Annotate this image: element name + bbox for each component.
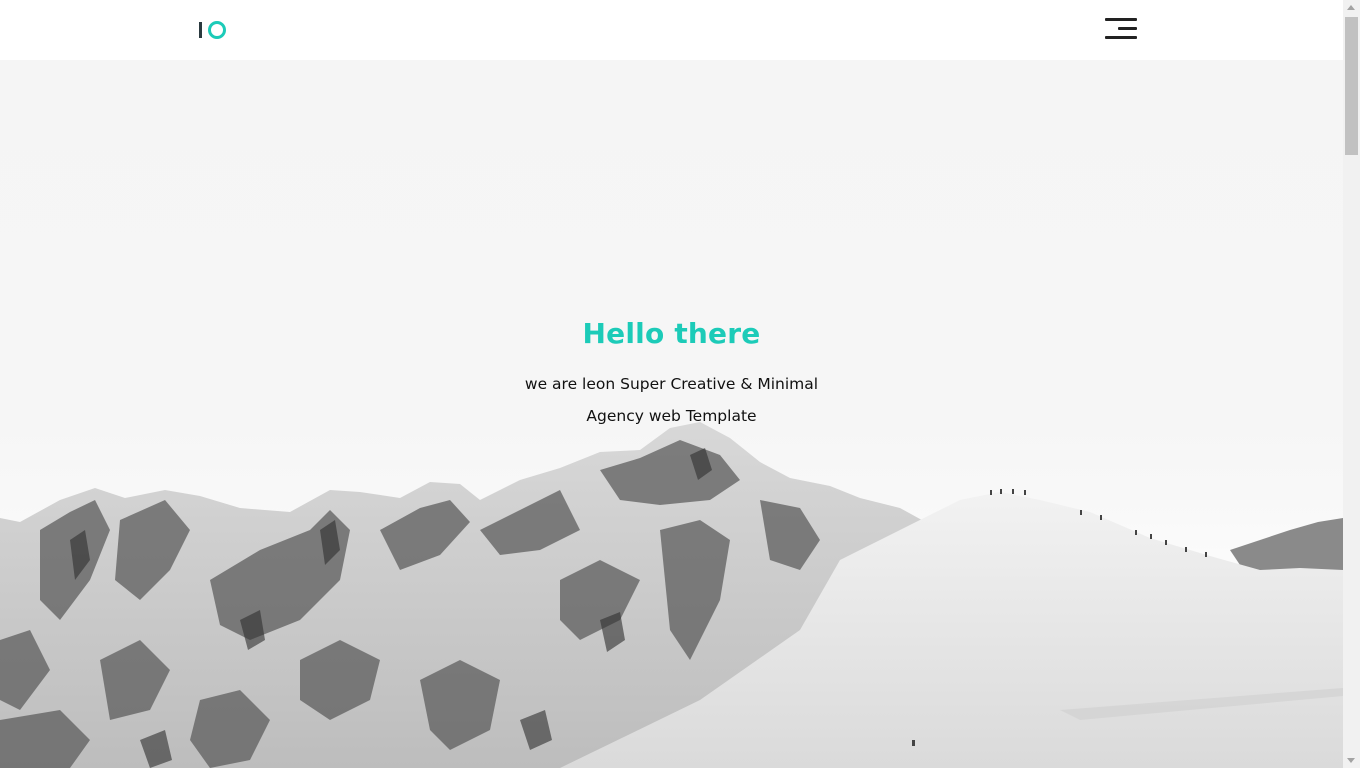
scroll-thumb[interactable]	[1345, 17, 1358, 155]
page: Hello there we are leon Super Creative &…	[0, 0, 1343, 768]
scroll-up-arrow-icon[interactable]	[1347, 5, 1355, 10]
menu-line-top	[1105, 18, 1137, 21]
menu-line-bottom	[1105, 36, 1137, 39]
site-header	[0, 0, 1343, 60]
hamburger-menu-icon[interactable]	[1105, 18, 1138, 42]
logo-bar-icon	[199, 22, 202, 38]
hero-subtitle-line-2: Agency web Template	[586, 407, 757, 425]
hero-title: Hello there	[582, 317, 761, 350]
scroll-down-arrow-icon[interactable]	[1347, 758, 1355, 763]
vertical-scrollbar[interactable]	[1343, 0, 1360, 768]
menu-line-middle	[1118, 27, 1137, 30]
hero-subtitle-line-1: we are leon Super Creative & Minimal	[524, 375, 819, 393]
hero-section: Hello there we are leon Super Creative &…	[0, 60, 1343, 768]
logo-ring-icon	[208, 21, 226, 39]
logo-link[interactable]	[199, 20, 229, 40]
